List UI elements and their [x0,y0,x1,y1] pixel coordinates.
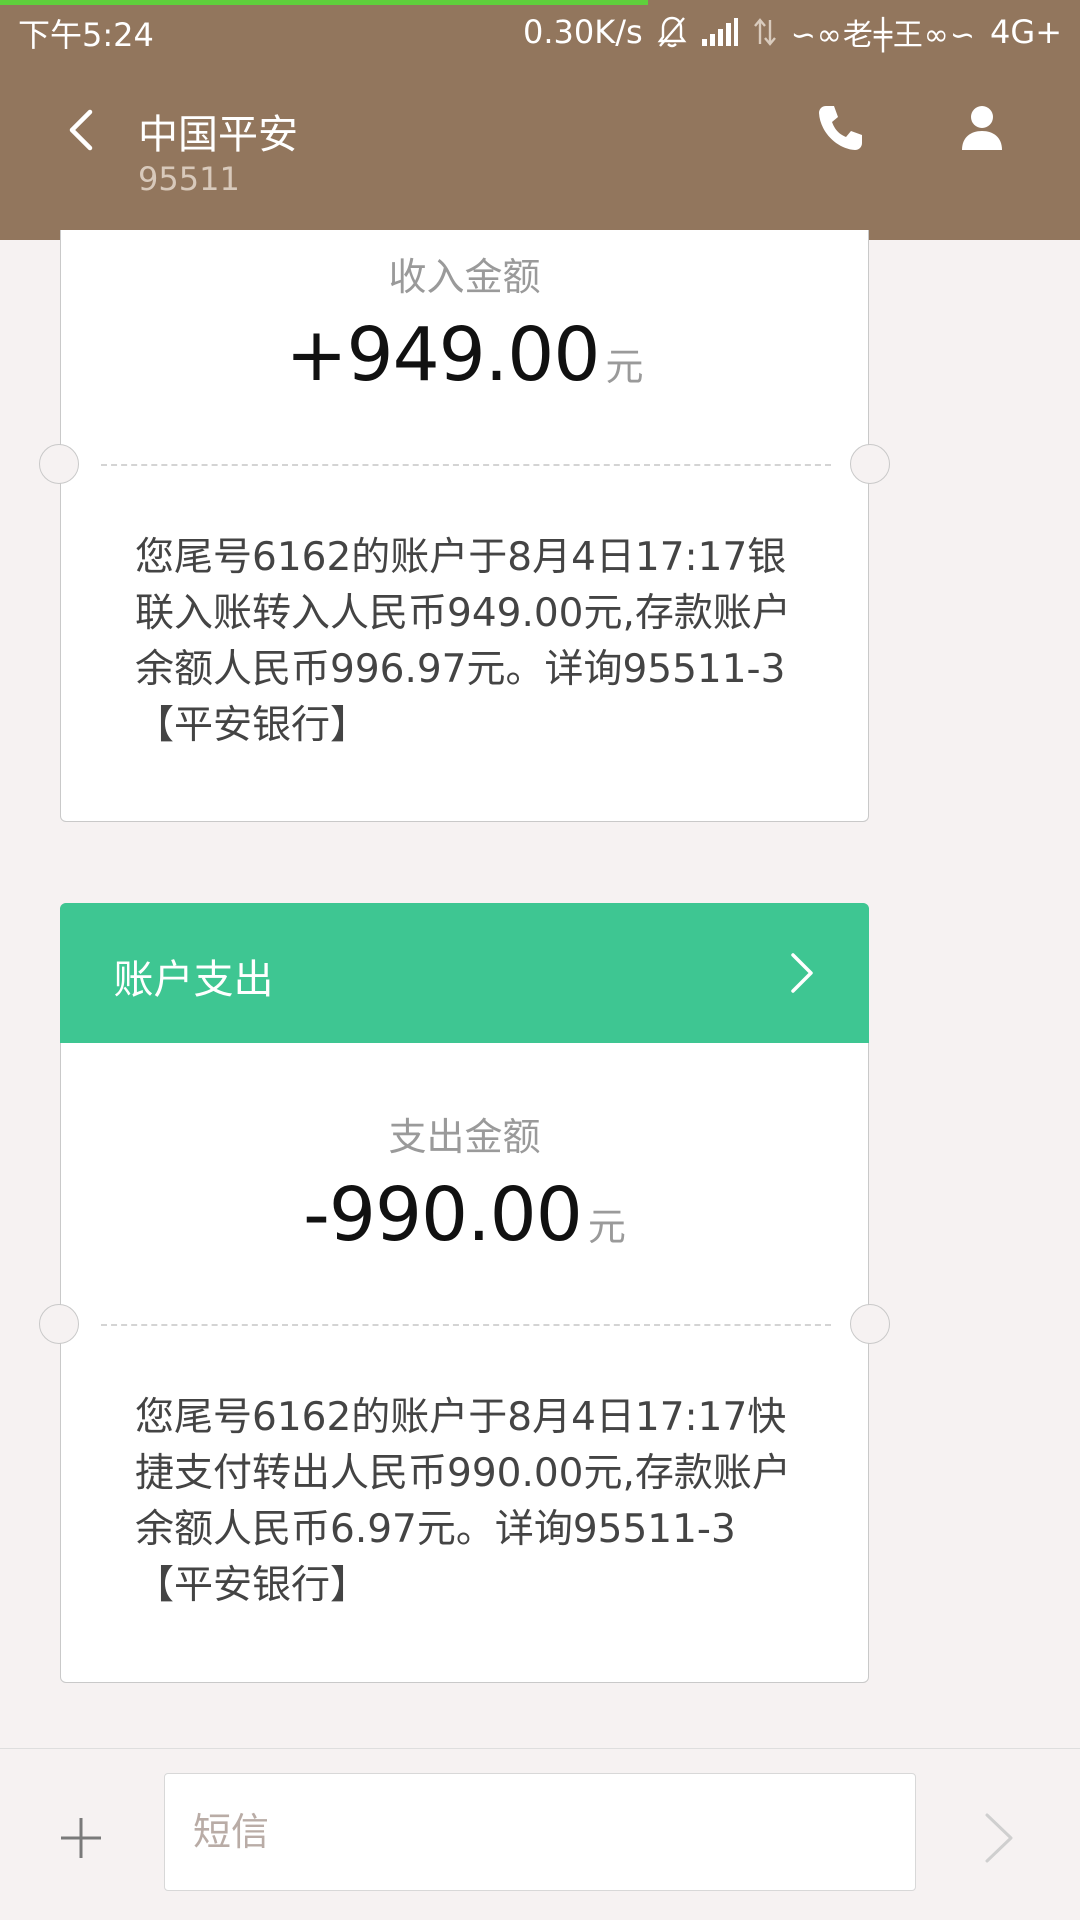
sms-input[interactable] [164,1773,916,1891]
amount-value: -990.00 [303,1172,583,1258]
ticket-notch-right [850,444,890,484]
status-indicators: 0.30K/s ∽∞老╪王∞∽ 4G+ [523,10,1062,54]
amount-unit: 元 [605,345,644,389]
send-arrow-icon [985,1813,1013,1863]
amount-value: +949.00 [285,312,601,398]
phone-icon [819,106,862,150]
attach-button[interactable] [58,1815,104,1861]
amount-row: -990.00 元 [61,1172,868,1258]
ticket-notch-right [850,1304,890,1344]
message-card-income[interactable]: 收入金额 +949.00 元 您尾号6162的账户于8月4日17:17银联入账转入… [39,230,890,822]
message-card-expense[interactable]: 账户支出 支出金额 -990.00 元 您尾号6162的账户于8月4日17:17快… [39,902,890,1683]
network-type: 4G+ [990,13,1062,51]
contact-info-button[interactable] [954,100,1010,156]
plus-icon [61,1818,101,1858]
ticket-notch-left [39,444,79,484]
amount-label: 收入金额 [388,255,541,299]
contact-name: 中国平安 [138,112,298,158]
dashed-divider [101,1324,831,1326]
amount-label: 支出金额 [388,1115,541,1159]
send-button[interactable] [982,1811,1016,1865]
data-transfer-icon [753,17,777,47]
amount-row: +949.00 元 [61,312,868,398]
call-button[interactable] [812,100,868,156]
message-composer [0,1748,1080,1920]
card-header-title: 账户支出 [113,956,274,1003]
conversation-header: 中国平安 95511 [0,62,1080,240]
message-body: 您尾号6162的账户于8月4日17:17快捷支付转出人民币990.00元,存款账… [135,1395,791,1608]
status-time: 下午5:24 [18,16,154,54]
back-arrow-icon [69,109,93,151]
network-speed: 0.30K/s [523,13,643,51]
amount-unit: 元 [587,1205,626,1249]
message-body: 您尾号6162的账户于8月4日17:17银联入账转入人民币949.00元,存款账… [135,535,791,748]
mute-bell-icon [657,15,687,49]
carrier-name: ∽∞老╪王∞∽ [790,18,977,53]
app-header-background: 下午5:24 0.30K/s ∽∞老╪王∞∽ 4G+ 中国平安 95511 [0,0,1080,240]
signal-bars-icon [701,17,739,47]
status-bar: 下午5:24 0.30K/s ∽∞老╪王∞∽ 4G+ [0,0,1080,62]
card-header-expense[interactable]: 账户支出 [59,902,869,1043]
back-button[interactable] [56,102,112,158]
contact-number: 95511 [138,160,240,198]
person-icon [962,106,1002,150]
ticket-notch-left [39,1304,79,1344]
dashed-divider [101,464,831,466]
chevron-right-icon [790,952,813,993]
